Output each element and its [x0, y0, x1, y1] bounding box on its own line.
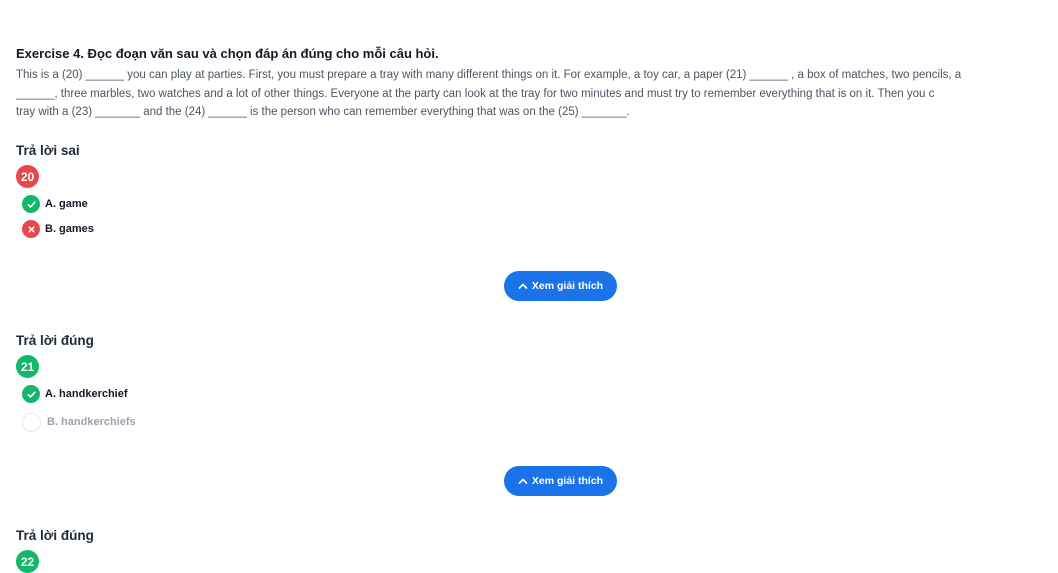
- question-number-badge: 21: [16, 355, 39, 378]
- exercise-title: Exercise 4. Đọc đoạn văn sau và chọn đáp…: [16, 46, 439, 61]
- answer-option-a[interactable]: A. game: [22, 194, 88, 214]
- answer-option-b[interactable]: B. games: [22, 219, 94, 239]
- question-number-badge: 20: [16, 165, 39, 188]
- passage-line: ______, three marbles, two watches and a…: [16, 87, 935, 100]
- question-status-correct: Trả lời đúng: [16, 528, 94, 543]
- view-explanation-button[interactable]: Xem giải thích: [504, 271, 617, 301]
- chevron-up-icon: [518, 283, 528, 289]
- question-status-correct: Trả lời đúng: [16, 333, 94, 348]
- view-explanation-label: Xem giải thích: [531, 280, 604, 292]
- view-explanation-label: Xem giải thích: [531, 475, 604, 487]
- empty-circle-icon: [22, 412, 41, 432]
- answer-option-a[interactable]: A. handkerchief: [22, 384, 128, 404]
- chevron-up-icon: [518, 478, 528, 484]
- check-icon: [22, 195, 40, 213]
- cross-icon: [22, 220, 40, 238]
- question-number-badge: 22: [16, 550, 39, 573]
- answer-option-label: B. handkerchiefs: [47, 416, 136, 428]
- view-explanation-button[interactable]: Xem giải thích: [504, 466, 617, 496]
- passage-line: This is a (20) ______ you can play at pa…: [16, 69, 962, 81]
- question-status-wrong: Trả lời sai: [16, 143, 80, 158]
- answer-option-label: A. handkerchief: [45, 388, 128, 400]
- answer-option-b[interactable]: B. handkerchiefs: [22, 412, 136, 432]
- passage-text: This is a (20) ______ you can play at pa…: [16, 66, 1052, 122]
- check-icon: [22, 385, 40, 403]
- answer-option-label: A. game: [45, 198, 88, 210]
- passage-line: tray with a (23) _______ and the (24) __…: [16, 106, 630, 118]
- answer-option-label: B. games: [45, 223, 94, 235]
